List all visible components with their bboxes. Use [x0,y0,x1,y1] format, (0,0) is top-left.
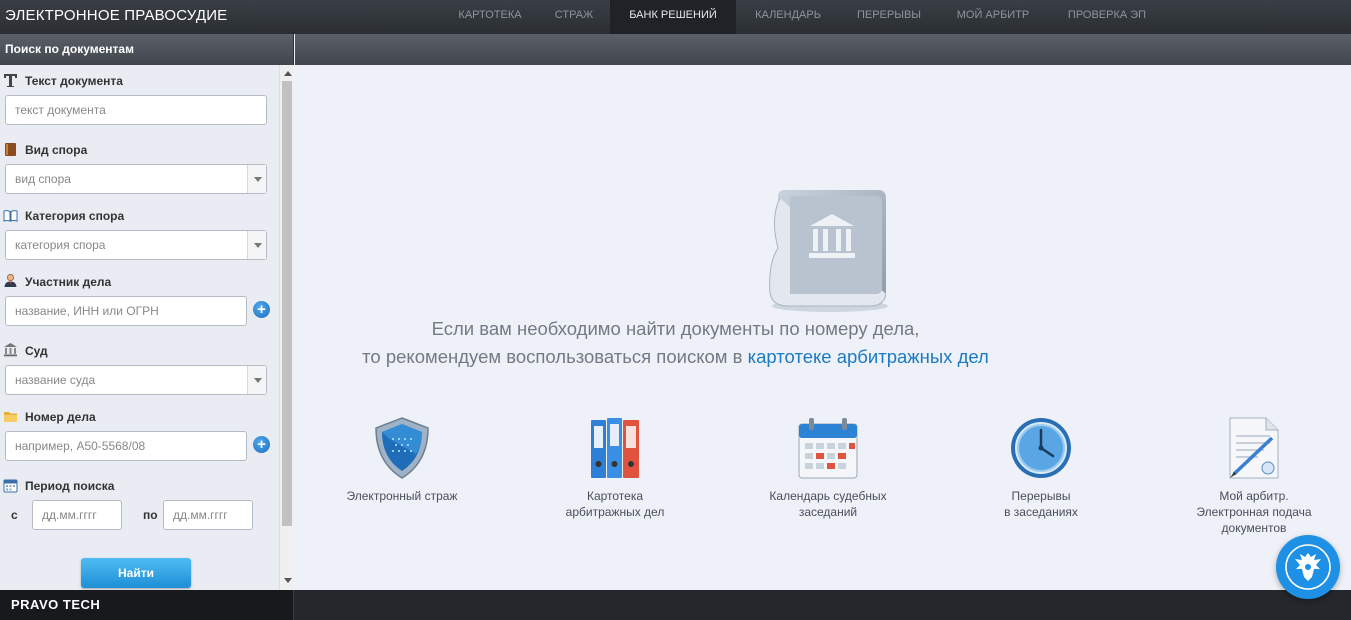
period-to-input[interactable]: дд.мм.гггг [163,500,253,530]
open-book-icon [3,210,18,222]
main-nav: КАРТОТЕКА СТРАЖ БАНК РЕШЕНИЙ КАЛЕНДАРЬ П… [442,0,1166,34]
dispute-type-select[interactable]: вид спора [5,164,267,194]
service-label-line1: Перерывы [1011,489,1071,503]
book-icon [5,143,16,156]
nav-item-pereryvy[interactable]: ПЕРЕРЫВЫ [840,0,938,34]
scroll-down-arrow-icon[interactable] [284,578,292,583]
nav-item-kartoteka[interactable]: КАРТОТЕКА [442,0,538,34]
nav-item-kalendar[interactable]: КАЛЕНДАРЬ [736,0,840,34]
service-label-line2: в заседаниях [1004,505,1078,519]
chevron-down-icon[interactable] [247,165,266,193]
top-bar: ЭЛЕКТРОННОЕ ПРАВОСУДИЕ КАРТОТЕКА СТРАЖ Б… [0,0,1351,34]
nav-item-proverka-ep[interactable]: ПРОВЕРКА ЭП [1048,0,1166,34]
participant-label: Участник дела [25,275,112,289]
service-label-line1: Мой арбитр. [1219,489,1289,503]
service-my-arbitr[interactable]: Мой арбитр. Электронная подача документо… [1164,416,1344,536]
footer-brand[interactable]: PRAVO TECH [0,590,294,620]
case-number-label: Номер дела [25,410,96,424]
scroll-thumb[interactable] [282,81,292,526]
nav-item-moy-arbitr[interactable]: МОЙ АРБИТР [938,0,1048,34]
search-button[interactable]: Найти [81,558,191,588]
dispute-type-value: вид спора [15,172,71,186]
service-breaks[interactable]: Перерывы в заседаниях [951,416,1131,520]
court-book-illustration-icon [769,190,888,312]
chevron-down-icon[interactable] [247,366,266,394]
search-panel-header: Поиск по документам [0,34,294,65]
folder-icon [4,412,17,422]
text-t-icon [4,74,17,87]
service-label-line1: Картотека [586,489,644,503]
service-label-line2: арбитражных дел [565,505,665,519]
footer-brand-label: PRAVO TECH [11,597,101,612]
binders-icon [591,418,639,478]
service-case-files[interactable]: Картотека арбитражных дел [525,416,705,520]
doc-text-label: Текст документа [25,74,123,88]
hero-line-1: Если вам необходимо найти документы по н… [431,318,920,339]
add-participant-button[interactable]: + [253,301,270,318]
calendar-icon [3,479,18,493]
service-label-line3: документов [1221,521,1287,535]
service-label-line2: заседаний [798,505,858,519]
kartoteka-link[interactable]: картотеке арбитражных дел [748,346,989,367]
dispute-type-label: Вид спора [25,143,88,157]
period-from-label: с [11,508,18,522]
scroll-up-arrow-icon[interactable] [284,71,292,76]
period-to-label: по [143,508,158,522]
hero-line-2-prefix: то рекомендуем воспользоваться поиском в [362,346,748,367]
clock-icon [1011,418,1071,478]
service-electronic-guard[interactable]: Электронный страж [312,416,492,504]
service-label-line1: Календарь судебных [769,489,887,503]
nav-item-strazh[interactable]: СТРАЖ [538,0,610,34]
hero-line-2: то рекомендуем воспользоваться поиском в… [0,346,1351,368]
court-select[interactable]: название суда [5,365,267,395]
service-court-calendar[interactable]: Календарь судебных заседаний [738,416,918,520]
service-label-line2: Электронная подача [1196,505,1312,519]
nav-item-bank-resheniy[interactable]: БАНК РЕШЕНИЙ [610,0,736,34]
dispute-category-value: категория спора [15,238,106,252]
add-case-number-button[interactable]: + [253,436,270,453]
search-panel-title: Поиск по документам [5,42,134,56]
chevron-down-icon[interactable] [247,231,266,259]
document-pen-icon [1229,417,1279,479]
shield-icon [375,417,429,479]
person-icon [4,273,17,287]
court-value: название суда [15,373,96,387]
calendar-icon [798,418,858,479]
content-header-bar [295,34,1351,65]
dispute-category-select[interactable]: категория спора [5,230,267,260]
service-label-line1: Электронный страж [346,489,458,503]
dispute-category-label: Категория спора [25,209,125,223]
case-number-input[interactable]: например, А50-5568/08 [5,431,247,461]
period-from-input[interactable]: дд.мм.гггг [32,500,122,530]
emblem-floating-button[interactable] [1276,535,1340,599]
doc-text-input[interactable]: текст документа [5,95,267,125]
eagle-emblem-icon [1285,544,1331,590]
app-logo-title[interactable]: ЭЛЕКТРОННОЕ ПРАВОСУДИЕ [5,7,227,24]
bottom-bar: PRAVO TECH [0,590,1351,620]
period-label: Период поиска [25,479,115,493]
